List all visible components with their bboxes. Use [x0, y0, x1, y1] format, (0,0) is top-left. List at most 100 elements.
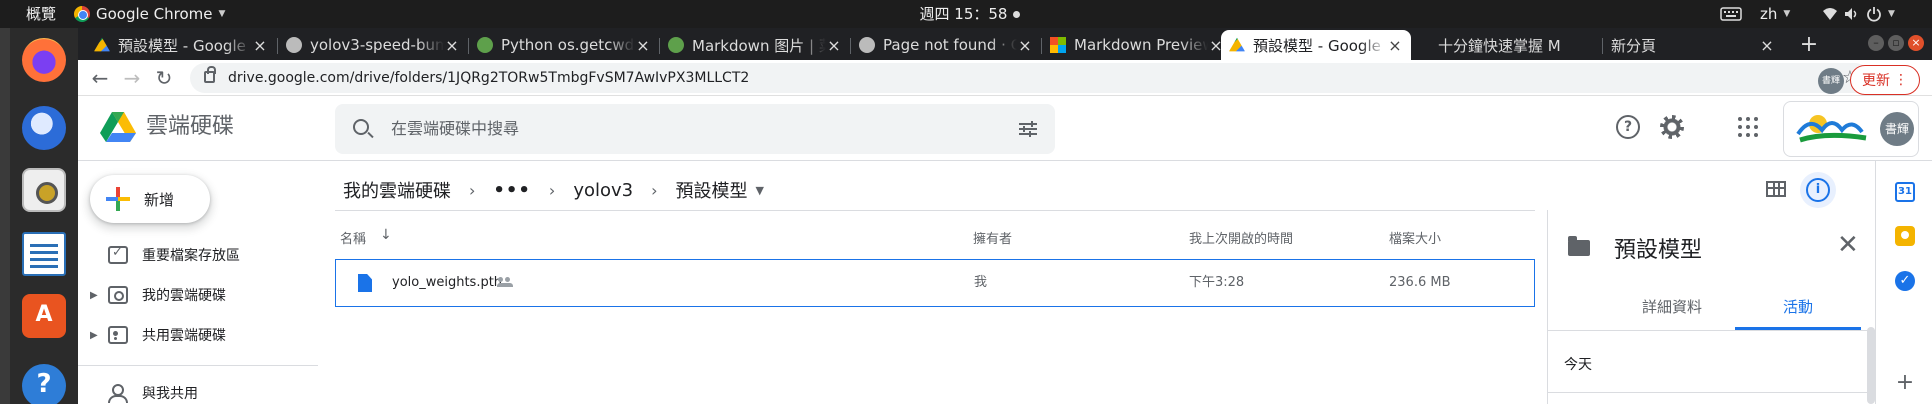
update-button[interactable]: 更新 ⋮: [1850, 65, 1920, 95]
wifi-icon: [1823, 8, 1837, 20]
close-tab-icon[interactable]: ×: [1759, 36, 1775, 55]
back-button[interactable]: ←: [86, 64, 114, 92]
breadcrumb-current[interactable]: 預設模型: [676, 177, 748, 203]
firefox-icon[interactable]: [22, 38, 66, 82]
breadcrumb-root[interactable]: 我的雲端硬碟: [343, 177, 451, 203]
tasks-icon[interactable]: ✓: [1895, 271, 1915, 291]
shared-drives-icon: [108, 326, 128, 344]
drive-title[interactable]: 雲端硬碟: [146, 111, 234, 143]
expand-arrow-icon[interactable]: ▶: [90, 290, 104, 301]
breadcrumb-more[interactable]: •••: [493, 180, 531, 201]
reload-button[interactable]: ↻: [150, 64, 178, 92]
notification-dot-icon: [1013, 10, 1021, 18]
drive-app: 雲端硬碟 在雲端硬碟中搜尋 ? 書輝 新增 ✓ 重要檔案存放區 ▶ 我的雲端硬碟…: [78, 97, 1932, 404]
activities-button[interactable]: 概覽: [26, 0, 56, 28]
sidebar-item-my-drive[interactable]: ▶ 我的雲端硬碟: [78, 275, 318, 315]
grid-view-icon[interactable]: [1766, 181, 1786, 197]
search-placeholder: 在雲端硬碟中搜尋: [391, 119, 520, 138]
tab-title: Page not found · G: [883, 36, 1017, 54]
search-bar[interactable]: 在雲端硬碟中搜尋: [335, 104, 1055, 154]
close-tab-icon[interactable]: ×: [1017, 36, 1033, 55]
column-header-last-opened[interactable]: 我上次開啟的時間: [1189, 228, 1293, 247]
column-header-name[interactable]: 名稱: [340, 228, 366, 247]
sidebar-item-shared-drives[interactable]: ▶ 共用雲端硬碟: [78, 315, 318, 355]
sidebar-item-label: 我的雲端硬碟: [142, 288, 226, 304]
clock[interactable]: 週四 15：58: [900, 0, 1040, 28]
search-icon[interactable]: [353, 119, 369, 135]
rhythmbox-icon[interactable]: [22, 168, 66, 212]
profile-avatar[interactable]: 書輝: [1818, 68, 1844, 94]
google-apps-icon[interactable]: [1736, 115, 1760, 139]
table-row[interactable]: yolo_weights.pth 我 下午3:28 236.6 MB: [335, 259, 1535, 307]
folder-icon: [1568, 236, 1590, 256]
maximize-button[interactable]: ▫: [1888, 35, 1904, 51]
user-avatar[interactable]: 書輝: [1880, 112, 1914, 146]
close-window-button[interactable]: ×: [1908, 35, 1924, 51]
chevron-right-icon: ›: [548, 180, 556, 200]
close-tab-icon[interactable]: ×: [1387, 36, 1403, 55]
thunderbird-icon[interactable]: [22, 106, 66, 150]
account-switcher[interactable]: 書輝: [1783, 101, 1919, 157]
tab-4[interactable]: Page not found · G ×: [851, 30, 1041, 60]
help-icon[interactable]: ?: [1616, 115, 1640, 139]
tab-5[interactable]: Markdown Preview ×: [1042, 30, 1232, 60]
new-tab-button[interactable]: +: [1796, 32, 1822, 58]
details-scrollbar[interactable]: [1867, 327, 1875, 404]
add-addon-icon[interactable]: +: [1895, 372, 1915, 394]
tab-title: 新分頁: [1611, 36, 1657, 55]
google-drive-logo[interactable]: [100, 111, 136, 143]
update-label: 更新: [1862, 73, 1890, 89]
close-tab-icon[interactable]: ×: [252, 36, 268, 55]
settings-gear-icon[interactable]: [1660, 115, 1684, 139]
sidebar-item-priority[interactable]: 重要檔案存放區: [78, 235, 318, 275]
address-bar[interactable]: drive.google.com/drive/folders/1JQRg2TOR…: [190, 63, 1870, 93]
chevron-right-icon: ›: [651, 180, 658, 200]
expand-arrow-icon[interactable]: ▶: [90, 330, 104, 341]
lock-icon: [204, 66, 216, 83]
calendar-day: 31: [1898, 186, 1912, 197]
sidebar-item-shared-with-me[interactable]: 與我共用: [78, 373, 318, 404]
volume-icon: [1845, 8, 1857, 20]
file-name: yolo_weights.pth: [392, 275, 503, 290]
tab-activity[interactable]: 活動: [1735, 296, 1861, 317]
minimize-button[interactable]: –: [1868, 35, 1884, 51]
sidebar-item-label: 與我共用: [142, 386, 198, 402]
file-size: 236.6 MB: [1389, 275, 1451, 290]
tab-0[interactable]: 預設模型 - Google ×: [86, 30, 276, 60]
tab-3[interactable]: Markdown 图片 | 菜 ×: [660, 30, 850, 60]
input-method-menu[interactable]: zh ▼: [1760, 0, 1790, 28]
software-center-icon[interactable]: [22, 294, 66, 338]
close-tab-icon[interactable]: ×: [826, 36, 842, 55]
tab-6[interactable]: 預設模型 - Google ×: [1221, 30, 1411, 60]
app-menu[interactable]: Google Chrome ▼: [74, 0, 225, 28]
libreoffice-writer-icon[interactable]: [22, 232, 66, 276]
keep-icon[interactable]: [1895, 226, 1915, 246]
close-icon[interactable]: ✕: [1837, 230, 1859, 260]
help-icon[interactable]: [22, 364, 66, 404]
sidebar-divider: [78, 365, 318, 366]
caret-down-icon[interactable]: ▼: [756, 184, 764, 197]
keyboard-icon[interactable]: [1720, 0, 1742, 28]
new-button[interactable]: 新增: [90, 175, 210, 223]
plus-icon: [106, 187, 130, 211]
clock-label: 週四 15：58: [919, 5, 1008, 23]
app-menu-label: Google Chrome: [96, 5, 213, 23]
search-options-icon[interactable]: [1019, 121, 1037, 137]
tab-title: 預設模型 - Google: [1253, 36, 1381, 55]
details-divider: [1548, 392, 1876, 393]
list-divider: [335, 210, 1535, 211]
calendar-icon[interactable]: 31: [1895, 182, 1915, 202]
sort-arrow-icon[interactable]: ↓: [380, 227, 392, 243]
sidebar-item-label: 重要檔案存放區: [142, 248, 240, 264]
tab-1[interactable]: yolov3-speed-bump ×: [278, 30, 468, 60]
close-tab-icon[interactable]: ×: [635, 36, 651, 55]
system-menu[interactable]: ▼: [1822, 0, 1895, 28]
close-tab-icon[interactable]: ×: [444, 36, 460, 55]
details-info-button[interactable]: [1800, 172, 1836, 208]
github-icon: [286, 37, 302, 53]
forward-button[interactable]: →: [118, 64, 146, 92]
breadcrumb-parent[interactable]: yolov3: [573, 180, 633, 201]
tab-details[interactable]: 詳細資料: [1609, 296, 1735, 317]
tab-8[interactable]: 新分頁 ×: [1603, 30, 1783, 60]
tab-2[interactable]: Python os.getcwd ×: [469, 30, 659, 60]
